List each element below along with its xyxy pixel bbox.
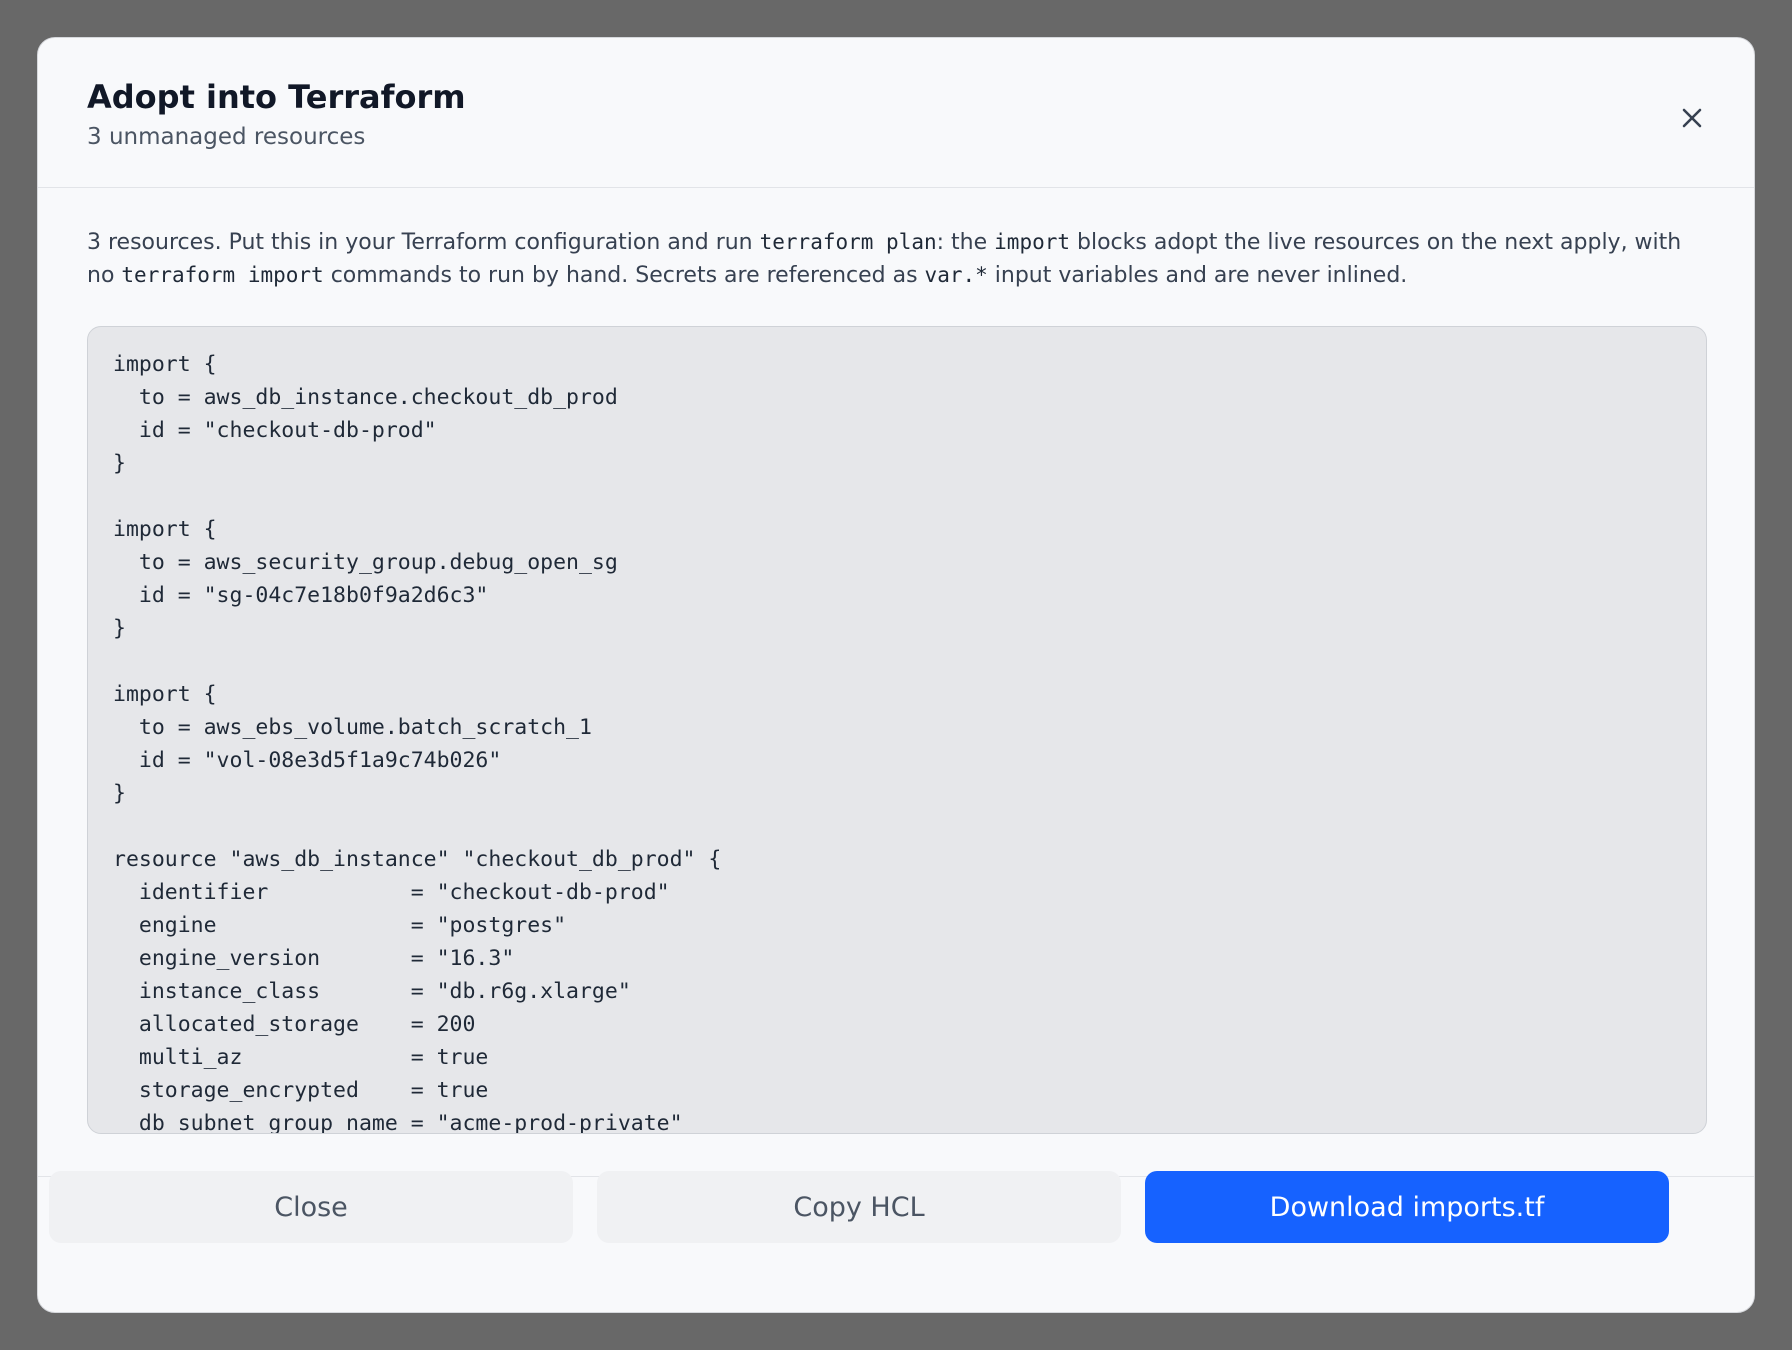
dialog-title: Adopt into Terraform (87, 78, 466, 116)
description-text: 3 resources. Put this in your Terraform … (87, 230, 760, 255)
close-dialog-button[interactable] (1672, 98, 1712, 138)
inline-code: var.* (924, 263, 988, 287)
adopt-terraform-dialog: Adopt into Terraform 3 unmanaged resourc… (37, 37, 1755, 1313)
hcl-code-block[interactable]: import { to = aws_db_instance.checkout_d… (87, 326, 1707, 1134)
inline-code: import (994, 230, 1071, 254)
download-imports-button[interactable]: Download imports.tf (1145, 1171, 1669, 1243)
dialog-header: Adopt into Terraform 3 unmanaged resourc… (38, 38, 1754, 188)
close-icon (1682, 108, 1702, 128)
inline-code: terraform import (121, 263, 324, 287)
description-text: commands to run by hand. Secrets are ref… (323, 263, 925, 288)
inline-code: terraform plan (759, 230, 937, 254)
hcl-code: import { to = aws_db_instance.checkout_d… (113, 352, 722, 1134)
description-text: : the (936, 230, 995, 255)
copy-hcl-button[interactable]: Copy HCL (597, 1171, 1121, 1243)
dialog-subtitle: 3 unmanaged resources (87, 124, 366, 150)
dialog-description: 3 resources. Put this in your Terraform … (87, 226, 1707, 292)
description-text: input variables and are never inlined. (987, 263, 1408, 288)
close-button[interactable]: Close (49, 1171, 573, 1243)
